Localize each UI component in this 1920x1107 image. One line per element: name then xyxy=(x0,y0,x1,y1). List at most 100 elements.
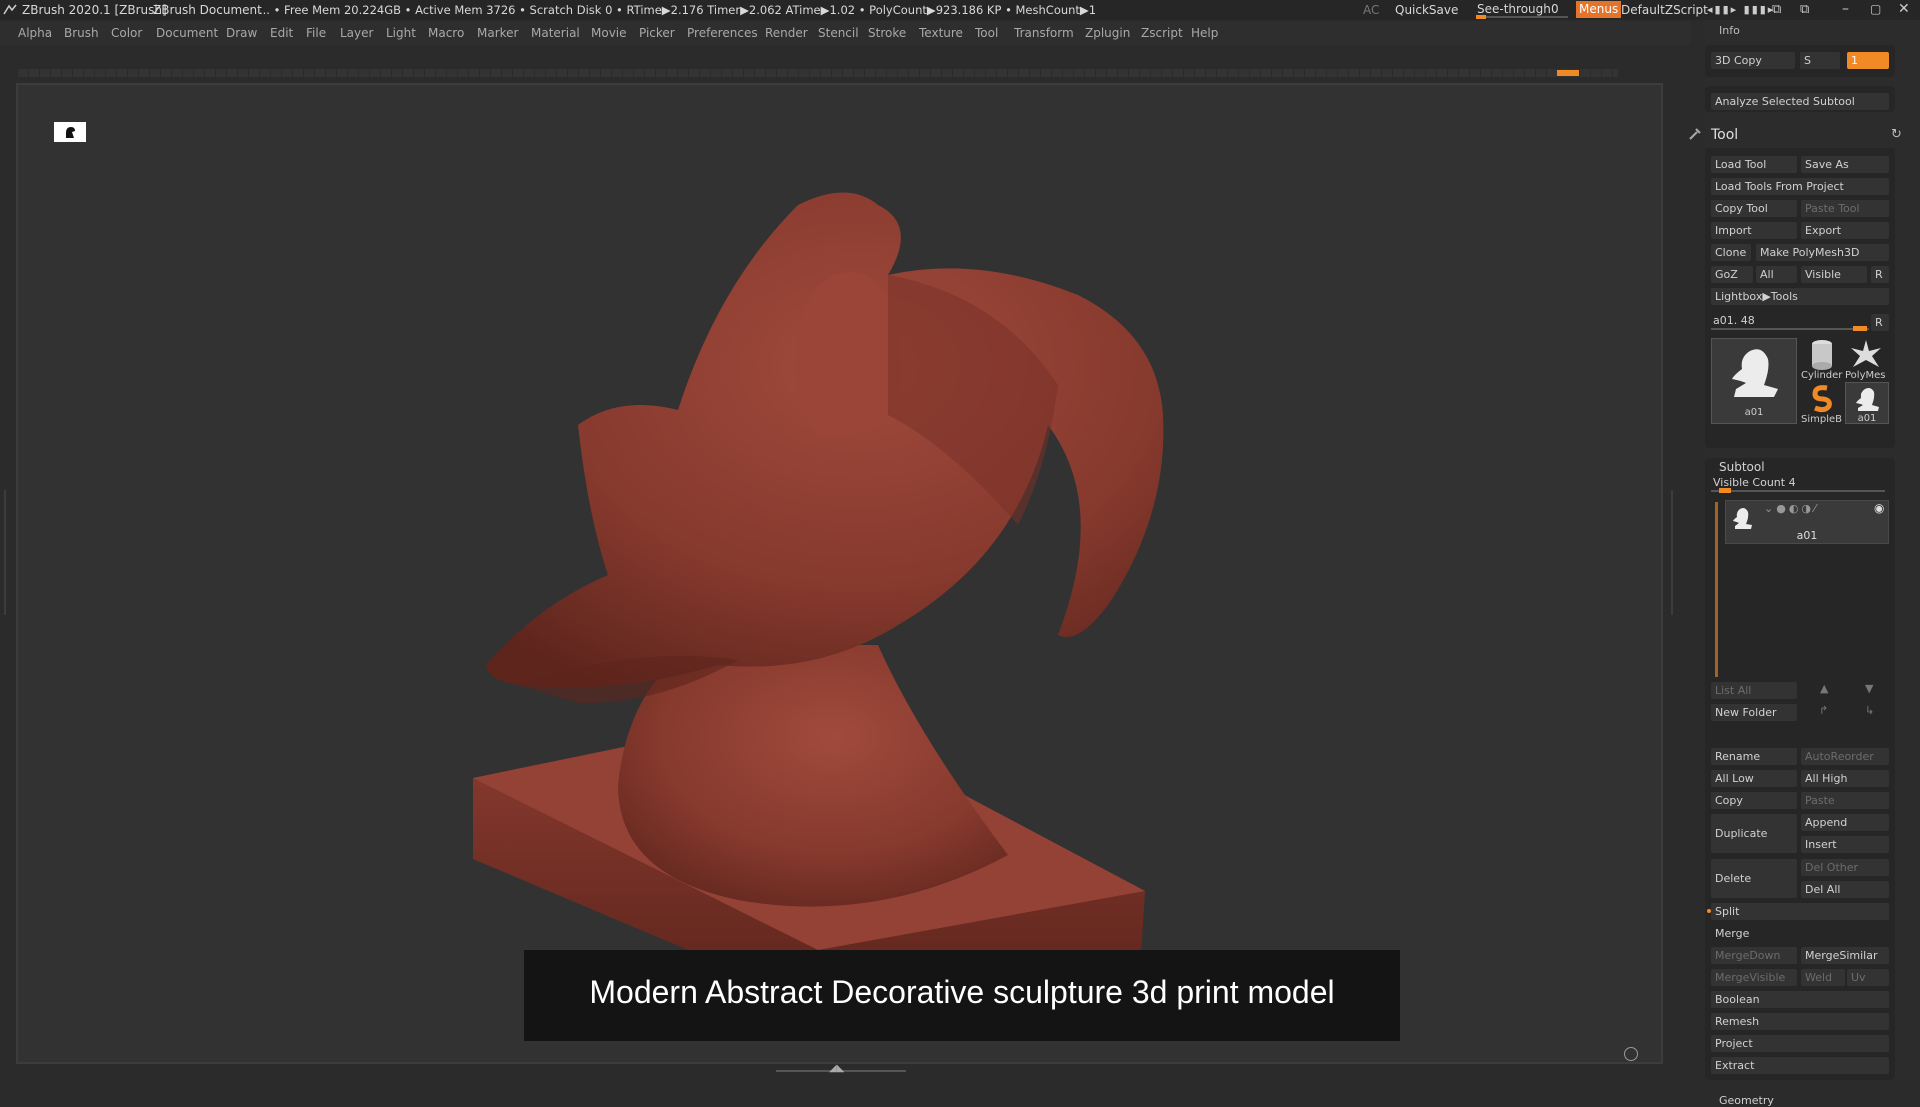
rename-button[interactable]: Rename xyxy=(1711,748,1797,765)
menu-alpha[interactable]: Alpha xyxy=(18,26,52,40)
project-section[interactable]: Project xyxy=(1711,1035,1889,1052)
menu-light[interactable]: Light xyxy=(386,26,416,40)
current-tool-r-button[interactable]: R xyxy=(1871,314,1889,331)
copy-subtool-button[interactable]: Copy xyxy=(1711,792,1797,809)
mergedown-button[interactable]: MergeDown xyxy=(1711,947,1797,964)
delete-button[interactable]: Delete xyxy=(1711,859,1797,898)
menu-zplugin[interactable]: Zplugin xyxy=(1085,26,1130,40)
goz-button[interactable]: GoZ xyxy=(1711,266,1753,283)
tool-thumb-a01-small[interactable]: a01 xyxy=(1845,382,1889,424)
window-restore-icon[interactable]: ⧉ xyxy=(1800,2,1809,17)
layout-controls-icon[interactable]: ◂▮▮▸ ▮▮▮▸ xyxy=(1707,3,1775,16)
copy-tool-button[interactable]: Copy Tool xyxy=(1711,200,1797,217)
extract-section[interactable]: Extract xyxy=(1711,1057,1889,1074)
import-button[interactable]: Import xyxy=(1711,222,1797,239)
folder-action-icon[interactable]: ↱ xyxy=(1819,704,1828,717)
menu-preferences[interactable]: Preferences xyxy=(687,26,758,40)
tool-thumb-cylinder[interactable]: Cylinder xyxy=(1801,338,1843,381)
menu-zscript[interactable]: Zscript xyxy=(1141,26,1183,40)
all-low-button[interactable]: All Low xyxy=(1711,770,1797,787)
minimize-icon[interactable]: – xyxy=(1842,1,1849,17)
maximize-icon[interactable]: ▢ xyxy=(1870,2,1881,16)
load-tools-from-project-button[interactable]: Load Tools From Project xyxy=(1711,178,1889,195)
menu-brush[interactable]: Brush xyxy=(64,26,99,40)
paste-subtool-button[interactable]: Paste xyxy=(1801,792,1889,809)
menu-tool[interactable]: Tool xyxy=(975,26,998,40)
menu-color[interactable]: Color xyxy=(111,26,142,40)
weld-toggle[interactable]: Weld xyxy=(1801,969,1845,986)
menu-document[interactable]: Document xyxy=(156,26,218,40)
all-high-button[interactable]: All High xyxy=(1801,770,1889,787)
mergevisible-button[interactable]: MergeVisible xyxy=(1711,969,1797,986)
3d-copy-s-field[interactable]: S xyxy=(1800,52,1840,69)
menu-draw[interactable]: Draw xyxy=(226,26,257,40)
canvas-viewport[interactable]: Modern Abstract Decorative sculpture 3d … xyxy=(16,83,1663,1064)
menu-file[interactable]: File xyxy=(306,26,326,40)
close-icon[interactable]: ✕ xyxy=(1898,1,1910,17)
quicksave-button[interactable]: QuickSave xyxy=(1395,3,1458,17)
right-tray-handle[interactable] xyxy=(1671,490,1678,615)
clone-button[interactable]: Clone xyxy=(1711,244,1751,261)
refresh-icon[interactable]: ↻ xyxy=(1891,127,1902,142)
menu-movie[interactable]: Movie xyxy=(591,26,627,40)
default-zscript-button[interactable]: DefaultZScript xyxy=(1621,3,1708,17)
append-button[interactable]: Append xyxy=(1801,814,1889,831)
new-folder-button[interactable]: New Folder xyxy=(1711,704,1797,721)
visible-count-track[interactable] xyxy=(1711,490,1885,492)
load-tool-button[interactable]: Load Tool xyxy=(1711,156,1797,173)
folder-action-2-icon[interactable]: ↳ xyxy=(1865,704,1874,717)
save-as-button[interactable]: Save As xyxy=(1801,156,1889,173)
eye-icon[interactable]: ◉ xyxy=(1874,501,1884,515)
document-label[interactable]: ZBrush Document xyxy=(153,3,262,17)
tool-thumb-polymesh[interactable]: PolyMes xyxy=(1845,338,1891,381)
list-all-button[interactable]: List All xyxy=(1711,682,1797,699)
bottom-tray-arrows-icon[interactable]: ◢◣ xyxy=(829,1063,844,1074)
viewport-nav-icon[interactable] xyxy=(1624,1047,1638,1061)
subtool-list-item[interactable]: ⌄●◐◑⁄ ◉ a01 xyxy=(1725,500,1889,544)
analyze-subtool-button[interactable]: Analyze Selected Subtool xyxy=(1711,93,1889,110)
del-all-button[interactable]: Del All xyxy=(1801,881,1889,898)
geometry-section[interactable]: Geometry xyxy=(1719,1094,1774,1107)
boolean-section[interactable]: Boolean xyxy=(1711,991,1889,1008)
menu-stroke[interactable]: Stroke xyxy=(868,26,906,40)
menu-texture[interactable]: Texture xyxy=(919,26,963,40)
del-other-button[interactable]: Del Other xyxy=(1801,859,1889,876)
menu-transform[interactable]: Transform xyxy=(1014,26,1074,40)
current-tool-slider-handle[interactable] xyxy=(1853,326,1867,331)
sculpture-model[interactable] xyxy=(18,85,1661,1062)
subtool-title[interactable]: Subtool xyxy=(1719,460,1765,474)
tool-thumb-a01-large[interactable]: a01 xyxy=(1711,338,1797,424)
goz-all-button[interactable]: All xyxy=(1756,266,1797,283)
move-up-icon[interactable]: ▲ xyxy=(1820,682,1828,695)
move-down-icon[interactable]: ▼ xyxy=(1865,682,1873,695)
duplicate-button[interactable]: Duplicate xyxy=(1711,814,1797,853)
remesh-section[interactable]: Remesh xyxy=(1711,1013,1889,1030)
menu-render[interactable]: Render xyxy=(765,26,808,40)
tool-title[interactable]: Tool xyxy=(1711,127,1738,143)
uv-toggle[interactable]: Uv xyxy=(1847,969,1889,986)
menu-layer[interactable]: Layer xyxy=(340,26,373,40)
visible-count-handle[interactable] xyxy=(1719,488,1731,493)
paste-tool-button[interactable]: Paste Tool xyxy=(1801,200,1889,217)
insert-button[interactable]: Insert xyxy=(1801,836,1889,853)
current-tool-slider-track[interactable] xyxy=(1711,328,1869,330)
mergesimilar-button[interactable]: MergeSimilar xyxy=(1801,947,1889,964)
autoreorder-button[interactable]: AutoReorder xyxy=(1801,748,1889,765)
menu-stencil[interactable]: Stencil xyxy=(818,26,859,40)
menu-picker[interactable]: Picker xyxy=(639,26,675,40)
subtool-controls-icon[interactable]: ⌄●◐◑⁄ xyxy=(1764,502,1819,515)
export-button[interactable]: Export xyxy=(1801,222,1889,239)
subtool-scrollbar[interactable] xyxy=(1715,502,1718,677)
tool-thumb-simplebrush[interactable]: SimpleB xyxy=(1801,382,1843,425)
seethrough-slider[interactable]: See-through 0 xyxy=(1476,1,1572,19)
window-layout-icon[interactable]: ⧉ xyxy=(1772,2,1781,17)
3d-copy-value[interactable]: 1 xyxy=(1847,52,1889,69)
merge-section[interactable]: Merge xyxy=(1711,925,1889,942)
split-section[interactable]: Split xyxy=(1711,903,1889,920)
left-tray-handle[interactable] xyxy=(4,490,11,615)
menus-toggle[interactable]: Menus xyxy=(1576,1,1622,18)
make-polymesh3d-button[interactable]: Make PolyMesh3D xyxy=(1756,244,1889,261)
goz-r-button[interactable]: R xyxy=(1871,266,1889,283)
lightbox-tools-button[interactable]: Lightbox▶Tools xyxy=(1711,288,1889,305)
goz-visible-button[interactable]: Visible xyxy=(1801,266,1867,283)
